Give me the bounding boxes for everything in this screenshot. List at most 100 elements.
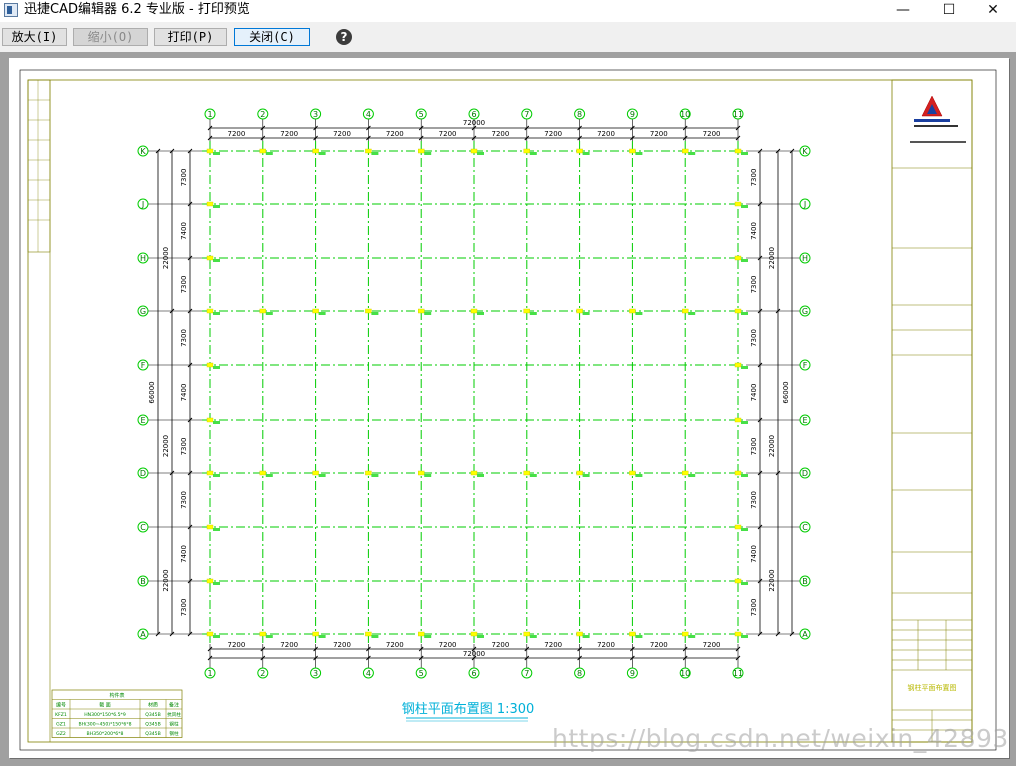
- steel-column: [576, 631, 583, 637]
- steel-column: [470, 308, 478, 314]
- column-tag: [213, 421, 220, 424]
- column-tag: [477, 635, 484, 638]
- legend-header: 材质: [148, 702, 158, 709]
- column-axis-label: 1: [207, 110, 212, 119]
- column-axis-label: 7: [524, 110, 529, 119]
- total-depth-text: 66000: [782, 381, 790, 403]
- steel-column: [259, 470, 266, 476]
- column-tag: [529, 312, 537, 315]
- steel-column: [576, 470, 583, 476]
- steel-column: [206, 578, 214, 584]
- row-spacing-text: 7300: [750, 276, 758, 294]
- steel-column: [206, 255, 214, 261]
- steel-column: [734, 470, 742, 476]
- steel-column: [365, 631, 372, 637]
- steel-column: [734, 417, 742, 423]
- column-tag: [635, 152, 643, 155]
- column-axis-label: 5: [419, 669, 424, 678]
- steel-column: [259, 631, 266, 637]
- column-tag: [741, 635, 748, 638]
- legend-cell: 抗风柱: [167, 711, 181, 718]
- column-tag: [741, 474, 748, 477]
- cad-drawing: 钢柱平面布置图 11223344556677889910101111K KJ JH H…: [19, 69, 997, 751]
- column-tag: [529, 152, 537, 155]
- column-tag: [213, 312, 220, 315]
- column-axis-label: 3: [313, 669, 318, 678]
- row-spacing-text: 7300: [750, 599, 758, 617]
- column-tag: [741, 259, 748, 262]
- title-block-drawing-name: 钢柱平面布置图: [908, 683, 957, 692]
- group-dimension-text: 22000: [768, 569, 776, 591]
- row-spacing-text: 7300: [750, 169, 758, 187]
- column-axis-label: 6: [471, 669, 476, 678]
- legend-cell: HN300*150*6.5*9: [84, 712, 126, 718]
- column-axis-label: 4: [366, 110, 371, 119]
- legend-cell: BH350*200*6*8: [87, 731, 124, 737]
- bay-dimension-text: 7200: [597, 130, 615, 138]
- column-tag: [371, 152, 379, 155]
- steel-column: [734, 148, 742, 154]
- column-tag: [582, 152, 590, 155]
- column-tag: [741, 421, 748, 424]
- column-tag: [741, 312, 748, 315]
- bay-dimension-text: 7200: [491, 641, 509, 649]
- legend-cell: Q345B: [145, 722, 161, 728]
- column-tag: [635, 474, 643, 477]
- column-axis-label: 2: [260, 669, 265, 678]
- legend-cell: Q345B: [145, 712, 161, 718]
- bay-dimension-text: 7200: [650, 641, 668, 649]
- row-spacing-text: 7400: [180, 222, 188, 240]
- total-width-text: 72000: [463, 119, 485, 127]
- bay-dimension-text: 7200: [333, 130, 351, 138]
- bay-dimension-text: 7200: [280, 641, 298, 649]
- row-spacing-text: 7300: [750, 329, 758, 347]
- column-axis-label: 1: [207, 669, 212, 678]
- steel-column: [206, 417, 214, 423]
- legend-cell: BH(300~450)*150*6*8: [78, 722, 131, 728]
- steel-column: [523, 470, 530, 476]
- steel-column: [365, 308, 372, 314]
- group-dimension-text: 22000: [162, 569, 170, 591]
- steel-column: [206, 201, 214, 207]
- row-axis-label: F: [141, 361, 146, 370]
- steel-column: [312, 470, 319, 476]
- steel-column: [682, 148, 689, 154]
- steel-column: [576, 148, 583, 154]
- steel-column: [523, 631, 530, 637]
- steel-column: [734, 308, 742, 314]
- steel-column: [365, 470, 372, 476]
- legend-cell: KFZ1: [55, 712, 67, 718]
- steel-column: [206, 362, 214, 368]
- column-tag: [424, 474, 432, 477]
- column-tag: [529, 474, 537, 477]
- group-dimension-text: 22000: [162, 435, 170, 457]
- column-axis-label: 11: [733, 669, 743, 678]
- row-axis-label: K: [140, 147, 146, 156]
- steel-column: [206, 631, 214, 637]
- row-axis-label: A: [802, 630, 808, 639]
- column-tag: [741, 152, 748, 155]
- row-spacing-text: 7300: [180, 438, 188, 456]
- column-tag: [213, 582, 220, 585]
- steel-column: [312, 148, 319, 154]
- steel-column: [470, 470, 478, 476]
- steel-column: [523, 308, 530, 314]
- steel-column: [629, 308, 636, 314]
- steel-column: [470, 148, 478, 154]
- column-tag: [371, 312, 379, 315]
- bay-dimension-text: 7200: [386, 641, 404, 649]
- row-axis-label: E: [802, 416, 807, 425]
- row-axis-label: J: [141, 200, 144, 209]
- bay-dimension-text: 7200: [227, 130, 245, 138]
- bay-dimension-text: 7200: [597, 641, 615, 649]
- row-spacing-text: 7300: [180, 599, 188, 617]
- column-tag: [741, 366, 748, 369]
- column-axis-label: 9: [630, 110, 635, 119]
- row-spacing-text: 7300: [180, 169, 188, 187]
- column-tag: [318, 312, 326, 315]
- steel-column: [259, 308, 266, 314]
- column-tag: [213, 205, 220, 208]
- total-width-text: 72000: [463, 650, 485, 658]
- row-axis-label: J: [803, 200, 806, 209]
- bay-dimension-text: 7200: [280, 130, 298, 138]
